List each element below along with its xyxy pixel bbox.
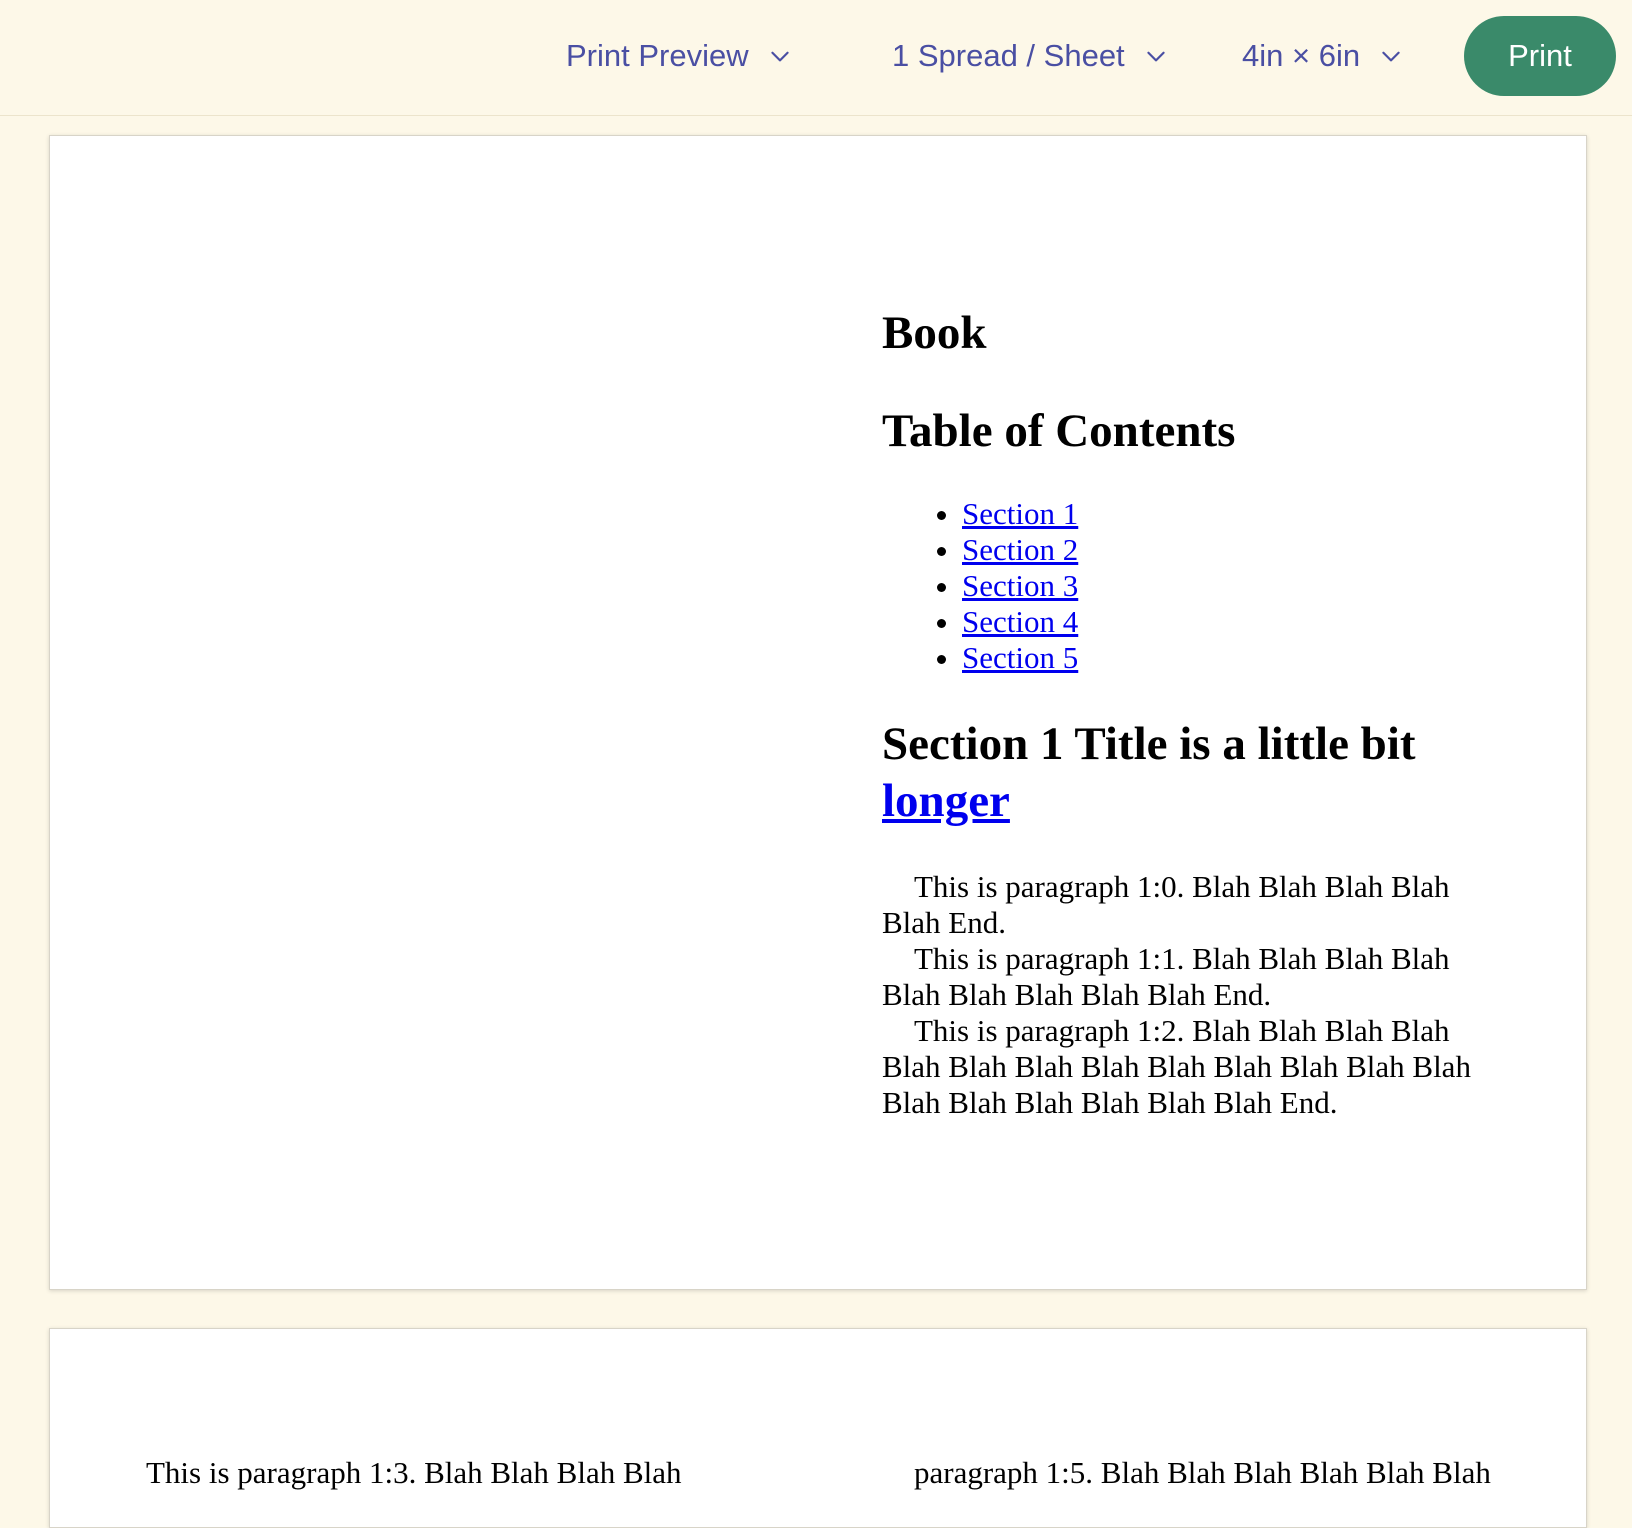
print-sheet-2: This is paragraph 1:3. Blah Blah Blah Bl…: [49, 1328, 1587, 1528]
section-1-title-link[interactable]: longer: [882, 775, 1010, 827]
toc-list: Section 1 Section 2 Section 3 Section 4 …: [882, 496, 1078, 676]
layout-dropdown[interactable]: 1 Spread / Sheet: [892, 32, 1169, 80]
right-page-text: paragraph 1:5. Blah Blah Blah Blah Blah …: [914, 1455, 1491, 1490]
chevron-down-icon: [1378, 43, 1404, 69]
toc-item: Section 3: [962, 568, 1078, 604]
toc-item: Section 1: [962, 496, 1078, 532]
layout-label: 1 Spread / Sheet: [892, 38, 1125, 73]
toc-item: Section 5: [962, 640, 1078, 676]
toc-link-section-5[interactable]: Section 5: [962, 640, 1078, 675]
page-size-label: 4in × 6in: [1242, 38, 1361, 73]
toolbar: Print Preview 1 Spread / Sheet 4in × 6in…: [0, 0, 1632, 116]
toc-title: Table of Contents: [882, 405, 1236, 457]
paragraph: This is paragraph 1:0. Blah Blah Blah Bl…: [882, 869, 1450, 940]
paragraph: This is paragraph 1:2. Blah Blah Blah Bl…: [882, 1013, 1471, 1120]
toc-item: Section 4: [962, 604, 1078, 640]
chevron-down-icon: [1143, 43, 1169, 69]
section-1-title-text: Section 1 Title is a little bit: [882, 718, 1416, 770]
paragraph: This is paragraph 1:1. Blah Blah Blah Bl…: [882, 941, 1450, 1012]
toc-link-section-1[interactable]: Section 1: [962, 496, 1078, 531]
page-size-dropdown[interactable]: 4in × 6in: [1242, 32, 1404, 80]
view-mode-dropdown[interactable]: Print Preview: [566, 32, 793, 80]
print-sheet-1: Book Table of Contents Section 1 Section…: [49, 135, 1587, 1290]
section-1-paragraphs: This is paragraph 1:0. Blah Blah Blah Bl…: [882, 869, 1502, 1121]
print-button[interactable]: Print: [1464, 16, 1616, 96]
chevron-down-icon: [767, 43, 793, 69]
toc-link-section-2[interactable]: Section 2: [962, 532, 1078, 567]
view-mode-label: Print Preview: [566, 38, 749, 73]
book-title: Book: [882, 307, 987, 359]
left-page-text: This is paragraph 1:3. Blah Blah Blah Bl…: [146, 1455, 682, 1490]
toc-link-section-3[interactable]: Section 3: [962, 568, 1078, 603]
toc-link-section-4[interactable]: Section 4: [962, 604, 1078, 639]
toc-item: Section 2: [962, 532, 1078, 568]
section-1-title: Section 1 Title is a little bit longer: [882, 716, 1522, 830]
